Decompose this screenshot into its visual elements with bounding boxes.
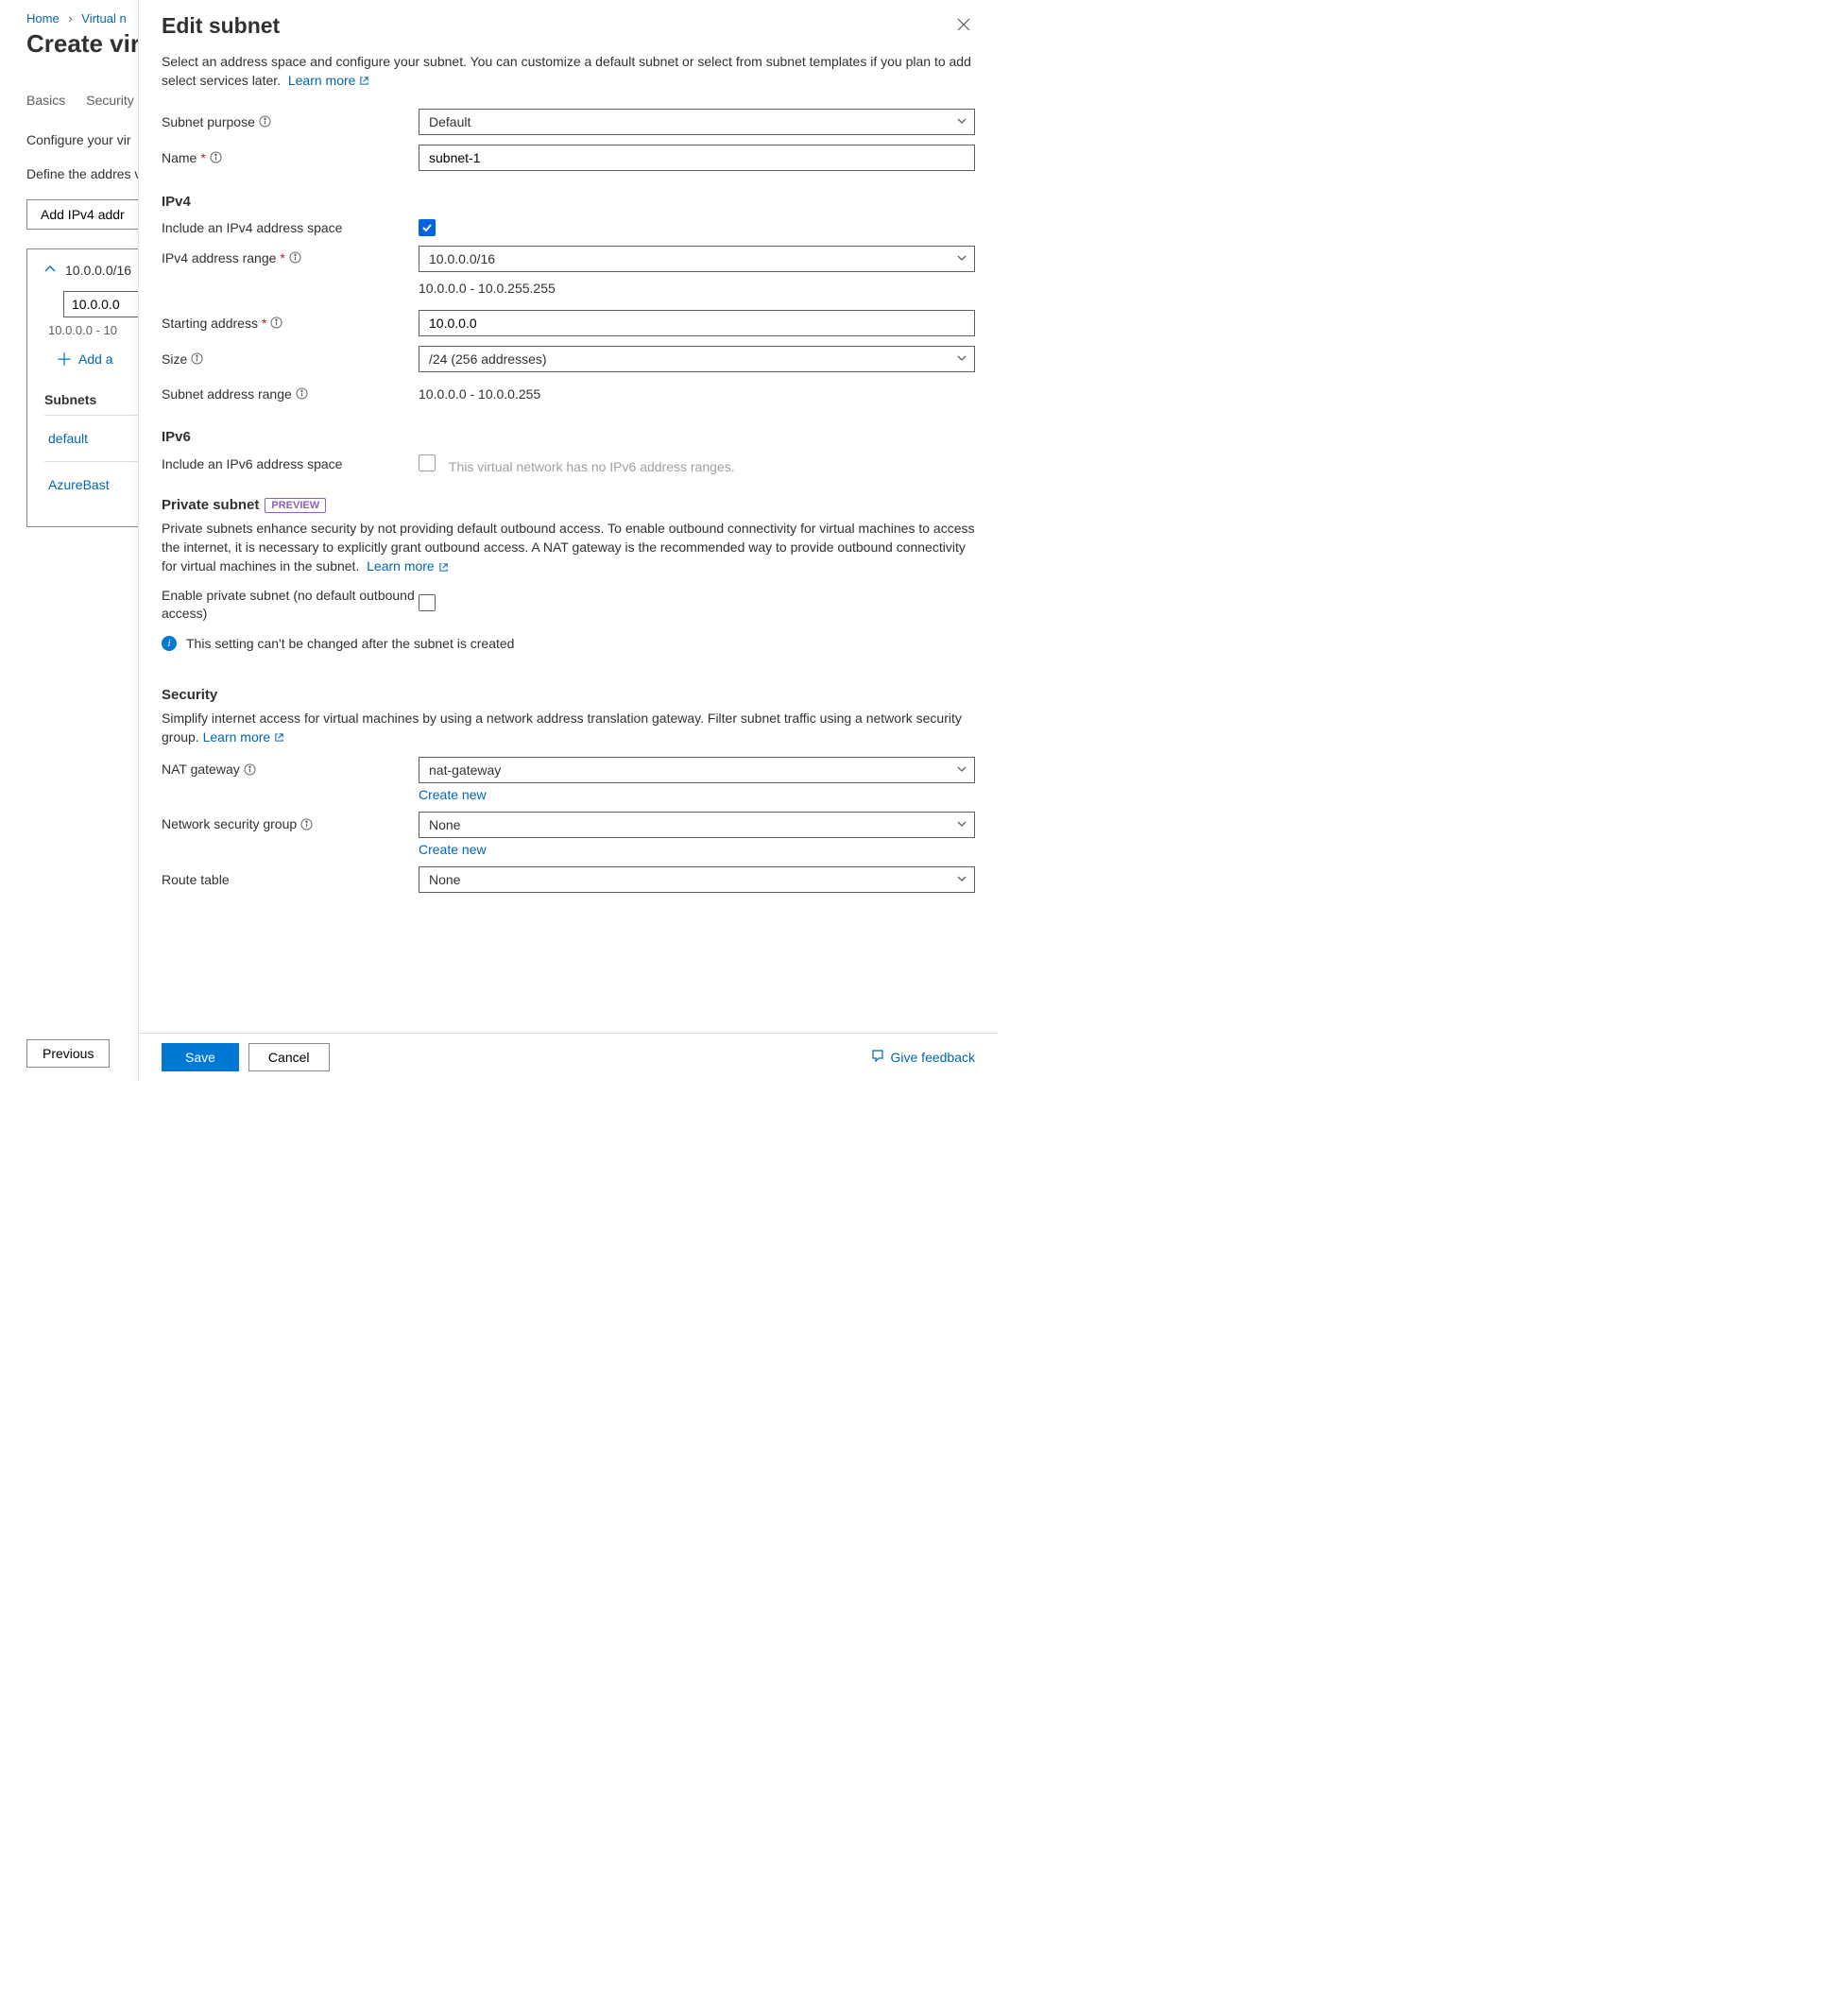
add-ipv4-button[interactable]: Add IPv4 addr — [26, 199, 139, 230]
private-note: This setting can't be changed after the … — [186, 636, 514, 651]
info-icon[interactable] — [270, 317, 282, 329]
security-desc: Simplify internet access for virtual mac… — [162, 709, 975, 748]
private-learn-more-link[interactable]: Learn more — [367, 558, 448, 574]
info-icon[interactable] — [191, 352, 203, 365]
security-learn-more-link[interactable]: Learn more — [203, 729, 284, 745]
starting-address-input[interactable] — [419, 310, 975, 336]
include-ipv6-label: Include an IPv6 address space — [162, 456, 342, 471]
nat-create-new-link[interactable]: Create new — [419, 787, 487, 802]
breadcrumb-home[interactable]: Home — [26, 11, 60, 26]
preview-badge: PREVIEW — [265, 498, 326, 513]
size-select[interactable]: /24 (256 addresses) — [419, 346, 975, 372]
ipv4-range-label: IPv4 address range — [162, 250, 276, 265]
info-icon[interactable] — [244, 763, 256, 776]
ip-block-cidr: 10.0.0.0/16 — [65, 263, 131, 278]
route-table-label: Route table — [162, 872, 230, 887]
name-label: Name — [162, 150, 197, 165]
include-ipv6-checkbox — [419, 454, 436, 471]
cancel-button[interactable]: Cancel — [248, 1043, 330, 1071]
tab-security[interactable]: Security — [86, 93, 134, 113]
blade-intro: Select an address space and configure yo… — [162, 52, 975, 92]
info-icon[interactable] — [296, 387, 308, 400]
include-ipv4-checkbox[interactable] — [419, 219, 436, 236]
name-input[interactable] — [419, 145, 975, 171]
nat-gateway-select[interactable]: nat-gateway — [419, 757, 975, 783]
subnet-range-value: 10.0.0.0 - 10.0.0.255 — [419, 382, 975, 406]
subnet-purpose-select[interactable]: Default — [419, 109, 975, 135]
subnet-purpose-label: Subnet purpose — [162, 114, 255, 129]
nsg-select[interactable]: None — [419, 812, 975, 838]
route-table-select[interactable]: None — [419, 866, 975, 893]
info-icon[interactable] — [210, 151, 222, 163]
external-link-icon — [438, 558, 449, 577]
chevron-up-icon[interactable] — [44, 263, 56, 278]
ipv6-heading: IPv6 — [162, 429, 975, 445]
nsg-create-new-link[interactable]: Create new — [419, 842, 487, 857]
enable-private-checkbox[interactable] — [419, 594, 436, 611]
starting-address-label: Starting address — [162, 316, 258, 331]
give-feedback-link[interactable]: Give feedback — [870, 1049, 976, 1067]
enable-private-label: Enable private subnet (no default outbou… — [162, 587, 419, 623]
nsg-label: Network security group — [162, 816, 297, 831]
subnet-link-bastion[interactable]: AzureBast — [48, 477, 110, 492]
breadcrumb-virtual[interactable]: Virtual n — [81, 11, 126, 26]
external-link-icon — [359, 72, 369, 91]
private-subnet-desc: Private subnets enhance security by not … — [162, 519, 975, 577]
external-link-icon — [274, 728, 284, 747]
previous-button[interactable]: Previous — [26, 1039, 110, 1068]
plus-icon: ＋ — [56, 347, 73, 371]
ipv4-range-select[interactable]: 10.0.0.0/16 — [419, 246, 975, 272]
nat-gateway-label: NAT gateway — [162, 762, 240, 777]
feedback-icon — [870, 1049, 885, 1067]
ipv6-hint: This virtual network has no IPv6 address… — [449, 459, 735, 474]
save-button[interactable]: Save — [162, 1043, 239, 1071]
ipv4-heading: IPv4 — [162, 194, 975, 210]
subnet-link-default[interactable]: default — [48, 431, 88, 446]
private-subnet-heading: Private subnetPREVIEW — [162, 497, 975, 513]
include-ipv4-label: Include an IPv4 address space — [162, 220, 342, 235]
learn-more-link[interactable]: Learn more — [288, 73, 369, 88]
edit-subnet-blade: Edit subnet Select an address space and … — [138, 0, 998, 1081]
tab-basics[interactable]: Basics — [26, 93, 65, 113]
info-icon[interactable] — [259, 115, 271, 128]
security-heading: Security — [162, 687, 975, 703]
info-icon[interactable] — [300, 818, 313, 830]
info-icon[interactable] — [289, 251, 301, 264]
close-icon[interactable] — [952, 13, 975, 36]
size-label: Size — [162, 351, 187, 367]
info-filled-icon: i — [162, 636, 177, 651]
blade-title: Edit subnet — [162, 13, 280, 39]
subnet-range-label: Subnet address range — [162, 386, 292, 402]
ipv4-range-hint: 10.0.0.0 - 10.0.255.255 — [419, 276, 975, 300]
